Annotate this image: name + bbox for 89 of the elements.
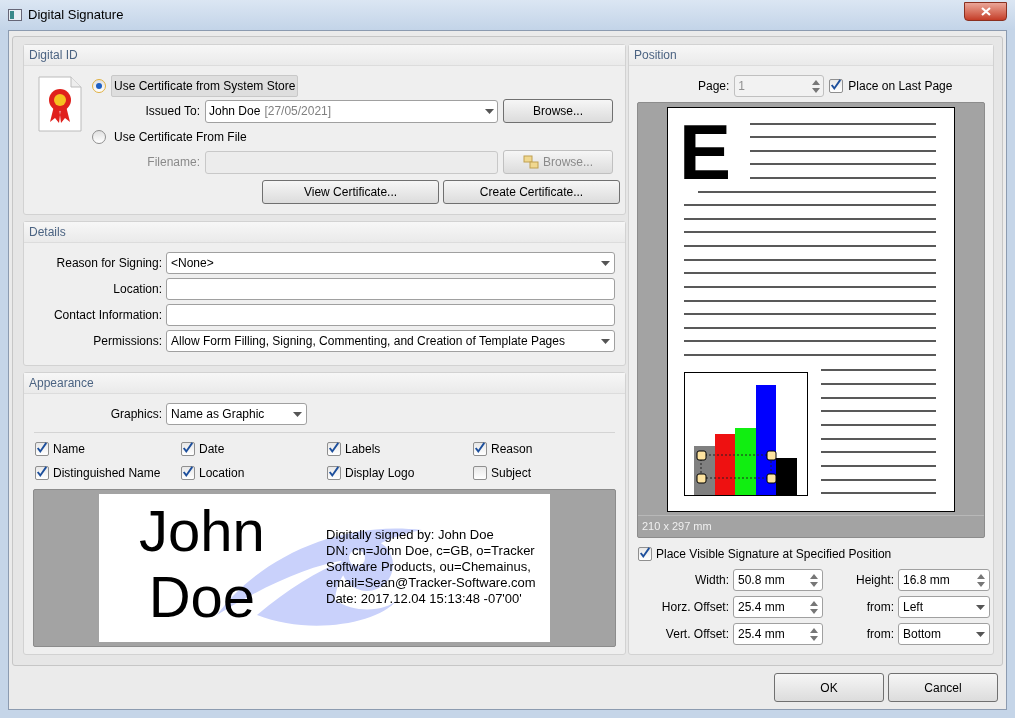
spinner-arrows-icon bbox=[810, 600, 818, 614]
close-button[interactable] bbox=[964, 1, 1007, 21]
field-label: Filename: bbox=[146, 154, 200, 171]
checkbox-label[interactable]: Subject bbox=[491, 464, 532, 482]
field-label: Permissions: bbox=[92, 333, 162, 350]
checkbox-label[interactable]: Reason bbox=[491, 440, 533, 458]
certificate-dropdown[interactable]: John Doe [27/05/2021] bbox=[205, 99, 498, 123]
window-title: Digital Signature bbox=[28, 6, 124, 25]
field-label: Reason for Signing: bbox=[55, 255, 162, 272]
checkbox[interactable] bbox=[181, 442, 195, 456]
checkbox-label[interactable]: Location bbox=[199, 464, 245, 482]
group-title: Appearance bbox=[29, 375, 94, 392]
text-field[interactable] bbox=[166, 278, 615, 300]
field-label: from: bbox=[865, 599, 894, 616]
browse-button[interactable]: Browse... bbox=[503, 99, 613, 123]
dropdown-caret-icon bbox=[601, 338, 610, 344]
certificate-icon bbox=[38, 76, 82, 132]
field-label: Page: bbox=[698, 78, 730, 95]
drop-cap-letter: E bbox=[679, 108, 732, 196]
dropdown-caret-icon bbox=[601, 260, 610, 266]
checkbox[interactable] bbox=[829, 79, 844, 93]
signer-name: Doe bbox=[148, 564, 256, 630]
checkbox[interactable] bbox=[473, 442, 487, 456]
field-label: Contact Information: bbox=[52, 307, 162, 324]
certificate-name: John Doe bbox=[209, 103, 261, 120]
cancel-button[interactable]: Cancel bbox=[888, 673, 998, 702]
checkbox-label[interactable]: Name bbox=[53, 440, 85, 458]
checkbox[interactable] bbox=[638, 547, 652, 561]
close-icon bbox=[980, 6, 991, 16]
checkbox-label[interactable]: Distinguished Name bbox=[53, 464, 161, 482]
graphics-dropdown[interactable]: Name as Graphic bbox=[166, 403, 307, 425]
spin-field[interactable]: 16.8 mm bbox=[898, 569, 990, 591]
group-title: Details bbox=[29, 224, 66, 241]
field-label: Width: bbox=[694, 572, 729, 589]
spinner-arrows-icon bbox=[812, 79, 821, 93]
dropdown-caret-icon bbox=[485, 108, 494, 114]
checkbox[interactable] bbox=[35, 442, 49, 456]
spin-field[interactable]: 25.4 mm bbox=[733, 623, 823, 645]
dropdown[interactable]: <None> bbox=[166, 252, 615, 274]
spin-field[interactable]: 25.4 mm bbox=[733, 596, 823, 618]
spinner-arrows-icon bbox=[977, 573, 985, 587]
checkbox[interactable] bbox=[473, 466, 487, 480]
field-label: Vert. Offset: bbox=[664, 626, 729, 643]
field-label: Graphics: bbox=[109, 406, 162, 423]
radio-button[interactable] bbox=[92, 79, 106, 93]
create-certificate-button[interactable]: Create Certificate... bbox=[443, 180, 620, 204]
field-label: from: bbox=[865, 626, 894, 643]
dropdown-caret-icon bbox=[293, 411, 302, 417]
spinner-arrows-icon bbox=[810, 573, 818, 587]
window-icon bbox=[8, 9, 22, 21]
checkbox-label[interactable]: Date bbox=[199, 440, 225, 458]
bar bbox=[715, 434, 735, 495]
spinner-arrows-icon bbox=[810, 627, 818, 641]
radio-button[interactable] bbox=[92, 130, 106, 144]
signature-details-text: Date: 2017.12.04 15:13:48 -07'00' bbox=[326, 591, 523, 607]
radio-label[interactable]: Use Certificate From File bbox=[111, 126, 250, 148]
field-label: Height: bbox=[854, 572, 894, 589]
checkbox[interactable] bbox=[327, 442, 341, 456]
ok-button[interactable]: OK bbox=[774, 673, 884, 702]
page-size-text: 210 x 297 mm bbox=[642, 519, 712, 535]
folders-icon bbox=[523, 155, 539, 169]
selection-frame[interactable] bbox=[696, 450, 777, 484]
group-title: Digital ID bbox=[29, 47, 78, 64]
dropdown-caret-icon bbox=[976, 604, 985, 610]
signer-name: John bbox=[139, 498, 265, 564]
group-title: Position bbox=[634, 47, 677, 64]
checkbox[interactable] bbox=[181, 466, 195, 480]
view-certificate-button[interactable]: View Certificate... bbox=[262, 180, 439, 204]
text-field[interactable] bbox=[166, 304, 615, 326]
certificate-date: [27/05/2021] bbox=[264, 103, 333, 120]
spin-field[interactable]: 50.8 mm bbox=[733, 569, 823, 591]
signature-details-text: Digitally signed by: John Doe bbox=[326, 527, 495, 543]
checkbox[interactable] bbox=[327, 466, 341, 480]
signature-details-text: Software Products, ou=Chemainus, bbox=[326, 559, 532, 575]
checkbox-label[interactable]: Display Logo bbox=[345, 464, 415, 482]
checkbox-label[interactable]: Place Visible Signature at Specified Position bbox=[656, 545, 892, 563]
checkbox-label[interactable]: Place on Last Page bbox=[848, 77, 953, 95]
field-label: Issued To: bbox=[144, 103, 200, 120]
dropdown[interactable]: Left bbox=[898, 596, 990, 618]
field-label: Location: bbox=[112, 281, 162, 298]
radio-label[interactable]: Use Certificate from System Store bbox=[111, 75, 299, 97]
dropdown[interactable]: Bottom bbox=[898, 623, 990, 645]
checkbox-label[interactable]: Labels bbox=[345, 440, 381, 458]
dropdown[interactable]: Allow Form Filling, Signing, Commenting, and Creation of Template Pages bbox=[166, 330, 615, 352]
checkbox[interactable] bbox=[35, 466, 49, 480]
signature-details-text: DN: cn=John Doe, c=GB, o=Tracker bbox=[326, 543, 536, 559]
signature-details-text: email=Sean@Tracker-Software.com bbox=[326, 575, 536, 591]
field-label: Horz. Offset: bbox=[660, 599, 729, 616]
dropdown-caret-icon bbox=[976, 631, 985, 637]
